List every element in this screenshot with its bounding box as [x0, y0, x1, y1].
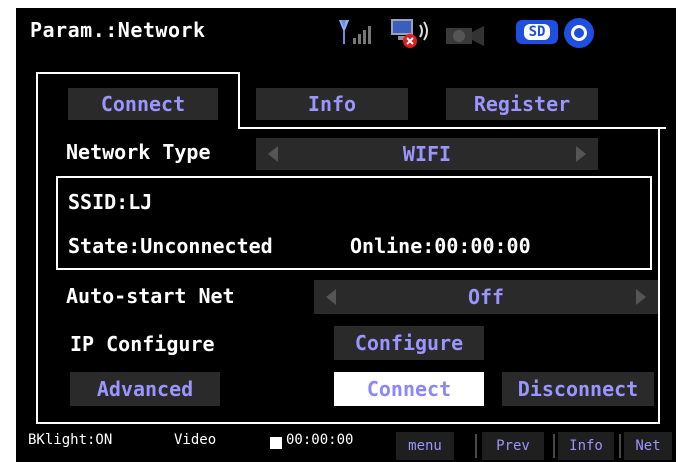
- net-button[interactable]: Net: [624, 432, 672, 460]
- stop-icon: [270, 437, 282, 449]
- ip-configure-label: IP Configure: [70, 332, 215, 356]
- ssid-text: SSID:LJ: [68, 190, 153, 214]
- network-type-selector[interactable]: WIFI: [256, 138, 598, 170]
- disconnect-button[interactable]: Disconnect: [502, 372, 654, 406]
- menu-button[interactable]: menu: [396, 432, 454, 460]
- separator: [619, 434, 621, 458]
- auto-start-value: Off: [467, 285, 505, 309]
- right-arrow-icon[interactable]: [576, 146, 586, 162]
- auto-start-selector[interactable]: Off: [314, 280, 658, 314]
- prev-button[interactable]: Prev: [482, 432, 544, 460]
- device-screen: Param.:Network SD Connect Info Register: [16, 8, 676, 428]
- sd-card-icon: SD: [516, 20, 558, 44]
- tab-info[interactable]: Info: [256, 88, 408, 120]
- record-time: 00:00:00: [286, 432, 354, 448]
- separator: [475, 434, 477, 458]
- info-button[interactable]: Info: [558, 432, 614, 460]
- backlight-status: BKlight:ON: [28, 432, 113, 448]
- disc-icon: [564, 18, 594, 48]
- separator: [553, 434, 555, 458]
- mode-status: Video: [174, 432, 217, 448]
- camera-icon: [446, 26, 484, 46]
- online-time-text: Online:00:00:00: [350, 234, 531, 258]
- sd-card-label: SD: [523, 24, 551, 40]
- network-type-value: WIFI: [402, 142, 452, 166]
- right-arrow-icon[interactable]: [636, 289, 646, 305]
- tab-connect[interactable]: Connect: [68, 88, 218, 120]
- network-type-label: Network Type: [66, 140, 211, 164]
- page-title: Param.:Network: [30, 18, 206, 42]
- auto-start-label: Auto-start Net: [66, 284, 235, 308]
- advanced-button[interactable]: Advanced: [70, 372, 220, 406]
- state-text: State:Unconnected: [68, 234, 273, 258]
- left-arrow-icon[interactable]: [326, 289, 336, 305]
- tab-register[interactable]: Register: [446, 88, 598, 120]
- status-bar: BKlight:ON Video 00:00:00 menu Prev Info…: [16, 428, 676, 462]
- configure-button[interactable]: Configure: [334, 326, 484, 360]
- network-muted-icon: [391, 19, 428, 48]
- antenna-signal-icon: [339, 20, 371, 44]
- left-arrow-icon[interactable]: [268, 146, 278, 162]
- connect-button[interactable]: Connect: [334, 372, 484, 406]
